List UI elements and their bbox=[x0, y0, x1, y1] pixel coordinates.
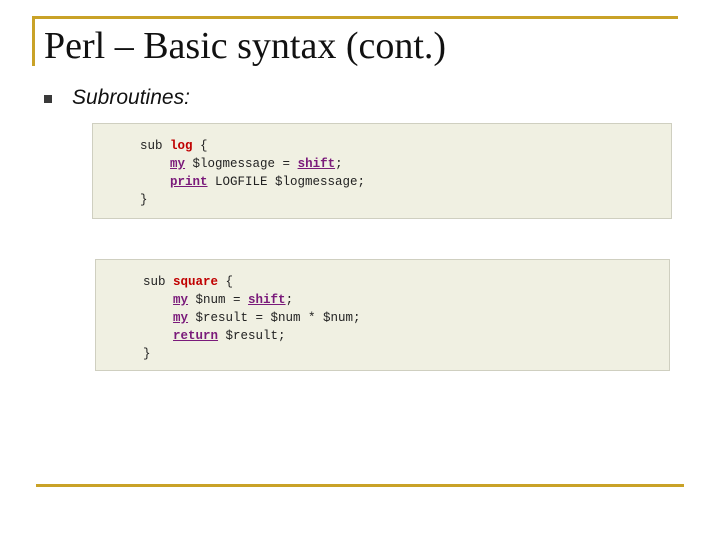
code-keyword: shift bbox=[248, 293, 286, 307]
code-text: LOGFILE $logmessage; bbox=[207, 175, 366, 189]
square-bullet-icon bbox=[44, 95, 52, 103]
code-text: sub bbox=[143, 275, 174, 289]
code-function-name: square bbox=[173, 275, 219, 289]
code-keyword: my bbox=[173, 293, 189, 307]
code-text: { bbox=[192, 139, 208, 153]
code-line: } bbox=[143, 345, 669, 363]
code-line: my $num = shift; bbox=[143, 291, 669, 309]
code-keyword: my bbox=[173, 311, 189, 325]
code-text: sub bbox=[140, 139, 171, 153]
slide-title: Perl – Basic syntax (cont.) bbox=[44, 25, 447, 67]
title-frame-left-rule bbox=[32, 16, 35, 66]
code-text: $logmessage = bbox=[185, 157, 298, 171]
code-line: sub log { bbox=[140, 137, 671, 155]
code-line: my $logmessage = shift; bbox=[140, 155, 671, 173]
code-text: $num = bbox=[188, 293, 249, 307]
code-keyword: print bbox=[170, 175, 208, 189]
code-block-log: sub log { my $logmessage = shift; print … bbox=[92, 123, 672, 219]
code-text: ; bbox=[335, 157, 343, 171]
title-frame-top-rule bbox=[32, 16, 678, 19]
code-keyword: my bbox=[170, 157, 186, 171]
code-line: my $result = $num * $num; bbox=[143, 309, 669, 327]
code-function-name: log bbox=[170, 139, 193, 153]
code-keyword: return bbox=[173, 329, 219, 343]
code-listing-square: sub square { my $num = shift; my $result… bbox=[143, 273, 669, 363]
bullet-item: Subroutines: bbox=[44, 86, 190, 110]
bullet-text: Subroutines: bbox=[72, 86, 190, 109]
code-keyword: shift bbox=[297, 157, 336, 171]
code-text: $result = $num * $num; bbox=[188, 311, 361, 325]
code-text: } bbox=[143, 347, 151, 361]
code-line: } bbox=[140, 191, 671, 209]
code-text: } bbox=[140, 193, 148, 207]
footer-rule bbox=[36, 484, 684, 487]
code-line: print LOGFILE $logmessage; bbox=[140, 173, 671, 191]
code-line: sub square { bbox=[143, 273, 669, 291]
code-text: { bbox=[218, 275, 234, 289]
code-line: return $result; bbox=[143, 327, 669, 345]
code-text: $result; bbox=[218, 329, 286, 343]
code-block-square: sub square { my $num = shift; my $result… bbox=[95, 259, 670, 371]
code-text: ; bbox=[285, 293, 294, 307]
code-listing-log: sub log { my $logmessage = shift; print … bbox=[140, 137, 671, 209]
